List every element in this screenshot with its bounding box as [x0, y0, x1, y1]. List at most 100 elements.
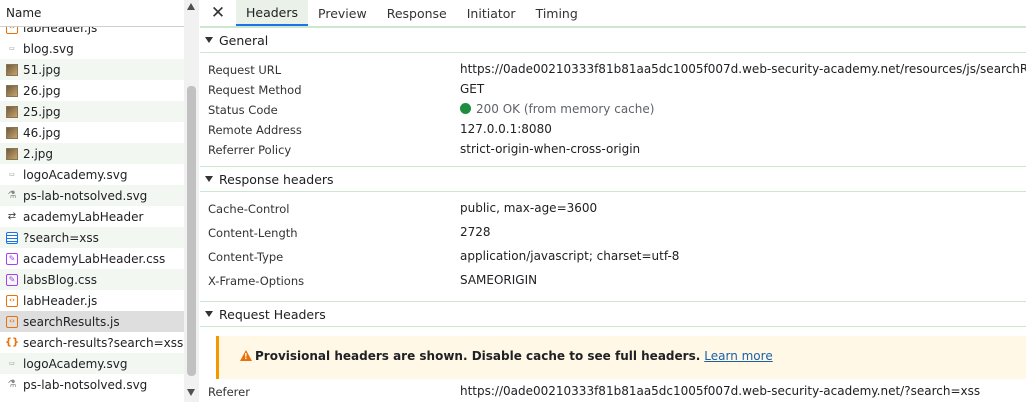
request-name-label: blog.svg [23, 41, 74, 56]
image-file-icon [6, 63, 18, 76]
request-list-item[interactable]: ⚗ ps-lab-notsolved.svg [0, 185, 184, 206]
general-section-header[interactable]: General [200, 27, 1026, 53]
header-value: GET [460, 82, 485, 96]
general-row: Referrer Policy strict-origin-when-cross… [200, 140, 1026, 160]
tab-timing[interactable]: Timing [526, 0, 588, 26]
learn-more-link[interactable]: Learn more [704, 349, 772, 363]
request-list-item[interactable]: 51.jpg [0, 59, 184, 80]
js-file-icon: ‹› [6, 294, 18, 307]
request-list-item[interactable]: {} search-results?search=xss [0, 332, 184, 353]
request-name-label: logoAcademy.svg [23, 167, 128, 182]
request-list-item[interactable]: ?search=xss [0, 227, 184, 248]
request-name-label: 25.jpg [23, 104, 61, 119]
request-list-item[interactable]: ‹› searchResults.js [0, 311, 184, 332]
request-name-label: academyLabHeader [23, 209, 144, 224]
request-name-label: ps-lab-notsolved.svg [23, 377, 148, 392]
details-tab-bar: ✕ Headers Preview Response Initiator Tim… [200, 0, 1026, 27]
name-column-header[interactable]: Name [0, 0, 184, 27]
request-list-item[interactable]: ✎ labsBlog.css [0, 269, 184, 290]
request-name-label: academyLabHeader.css [23, 251, 166, 266]
request-name-label: labHeader.js [23, 293, 98, 308]
status-ok-dot-icon [460, 103, 471, 114]
response-headers-section-header[interactable]: Response headers [200, 166, 1026, 192]
header-value: SAMEORIGIN [460, 273, 538, 287]
response-headers-section-title: Response headers [219, 171, 334, 187]
js-file-icon: ‹› [6, 315, 18, 328]
header-value: public, max-age=3600 [460, 201, 598, 215]
fetch-icon: {} [4, 336, 20, 348]
image-file-icon [6, 147, 18, 160]
request-header-row: Referer https://0ade00210333f81b81aa5dc1… [200, 382, 1026, 402]
general-row: Request URL https://0ade00210333f81b81aa… [200, 60, 1026, 80]
js-file-icon: ‹› [6, 27, 18, 34]
request-list-item[interactable]: 26.jpg [0, 80, 184, 101]
request-name-label: logoAcademy.svg [23, 356, 128, 371]
request-list-item[interactable]: ‹› labHeader.js [0, 290, 184, 311]
request-list-item[interactable]: ✎ academyLabHeader.css [0, 248, 184, 269]
request-list-item[interactable]: 46.jpg [0, 122, 184, 143]
header-key: X-Frame-Options [208, 274, 305, 288]
general-row: Remote Address 127.0.0.1:8080 [200, 120, 1026, 140]
scrollbar-thumb[interactable] [187, 86, 196, 376]
request-name-label: searchResults.js [23, 314, 120, 329]
request-list-item[interactable]: ▭ logoAcademy.svg [0, 164, 184, 185]
expand-triangle-icon [205, 37, 213, 43]
svg-file-icon: ▭ [9, 44, 15, 52]
warning-icon [240, 350, 252, 361]
response-header-row: X-Frame-Options SAMEORIGIN [200, 271, 1026, 291]
request-list-item[interactable]: ‹› labHeader.js [0, 27, 184, 38]
request-name-label: labHeader.js [23, 27, 98, 35]
request-name-label: 2.jpg [23, 146, 54, 161]
scroll-down-arrow-icon[interactable] [187, 389, 195, 396]
tab-initiator[interactable]: Initiator [457, 0, 526, 26]
request-list-panel: Name ‹› labHeader.js ▭ blog.svg 51.jpg 26.jpg… [0, 0, 199, 402]
tab-preview[interactable]: Preview [308, 0, 377, 26]
request-list-item[interactable]: 25.jpg [0, 101, 184, 122]
close-icon[interactable]: ✕ [200, 0, 236, 26]
header-key: Request Method [208, 83, 302, 97]
css-file-icon: ✎ [6, 252, 18, 265]
tab-response[interactable]: Response [377, 0, 457, 26]
css-file-icon: ✎ [6, 273, 18, 286]
scroll-up-arrow-icon[interactable] [187, 3, 195, 10]
general-row: Request Method GET [200, 80, 1026, 100]
request-list: ‹› labHeader.js ▭ blog.svg 51.jpg 26.jpg 25.jp… [0, 27, 184, 402]
header-value: 2728 [460, 225, 491, 239]
image-file-icon [6, 126, 18, 139]
provisional-headers-warning: Provisional headers are shown. Disable c… [216, 336, 1026, 379]
general-section-title: General [219, 32, 269, 48]
general-row: Status Code 200 OK (from memory cache) [200, 100, 1026, 120]
document-file-icon [6, 231, 18, 244]
tab-headers[interactable]: Headers [236, 0, 309, 26]
request-details-panel: ✕ Headers Preview Response Initiator Tim… [200, 0, 1026, 402]
status-code-text: 200 OK (from memory cache) [476, 102, 655, 116]
response-header-row: Content-Length 2728 [200, 223, 1026, 243]
svg-file-icon: ▭ [9, 359, 15, 367]
request-list-item[interactable]: ▭ logoAcademy.svg [0, 353, 184, 374]
header-key: Referrer Policy [208, 143, 292, 157]
header-value: https://0ade00210333f81b81aa5dc1005f007d… [460, 384, 981, 398]
response-header-row: Content-Type application/javascript; cha… [200, 247, 1026, 267]
request-list-item[interactable]: ▭ blog.svg [0, 38, 184, 59]
request-name-label: search-results?search=xss [23, 335, 184, 350]
header-key: Cache-Control [208, 202, 290, 216]
header-key: Content-Length [208, 226, 298, 240]
request-list-item[interactable]: ⚗ ps-lab-notsolved.svg [0, 374, 184, 395]
request-name-label: labsBlog.css [23, 272, 97, 287]
header-value: strict-origin-when-cross-origin [460, 142, 641, 156]
header-key: Referer [208, 385, 250, 399]
request-name-label: ?search=xss [23, 230, 99, 245]
image-file-icon [6, 105, 18, 118]
request-list-item[interactable]: ⇄ academyLabHeader [0, 206, 184, 227]
request-name-label: 26.jpg [23, 83, 61, 98]
request-name-label: 46.jpg [23, 125, 61, 140]
request-name-label: ps-lab-notsolved.svg [23, 188, 148, 203]
expand-triangle-icon [205, 176, 213, 182]
request-list-item[interactable]: 2.jpg [0, 143, 184, 164]
request-headers-section-header[interactable]: Request Headers [200, 301, 1026, 327]
request-list-scrollbar[interactable] [184, 0, 199, 402]
image-file-icon [6, 84, 18, 97]
header-key: Status Code [208, 103, 278, 117]
header-key: Content-Type [208, 250, 284, 264]
header-value: application/javascript; charset=utf-8 [460, 249, 680, 263]
